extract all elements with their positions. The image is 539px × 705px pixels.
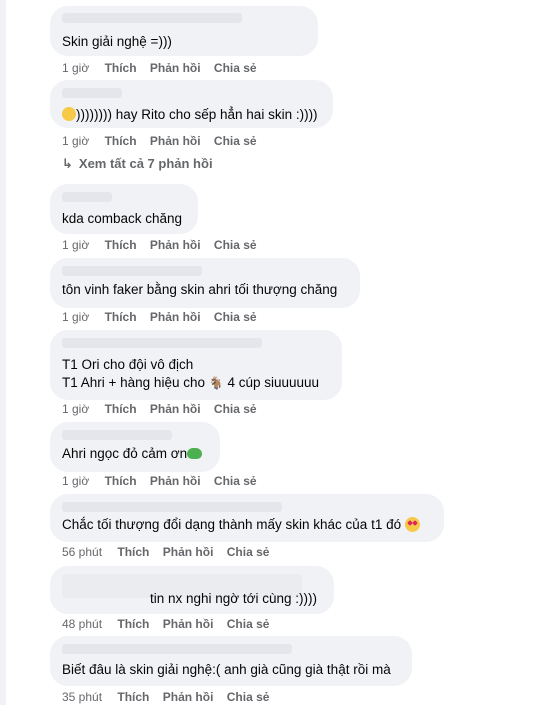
share-button[interactable]: Chia sẻ [227,690,270,704]
share-button[interactable]: Chia sẻ [227,545,270,559]
author-name-redacted[interactable] [62,430,172,440]
comment-actions: 56 phút Thích Phản hồi Chia sẻ [62,545,279,559]
comment-bubble: Ahri ngọc đỏ cảm ơn [50,422,220,472]
author-name-redacted[interactable] [62,266,202,276]
reply-button[interactable]: Phản hồi [163,690,214,704]
comment-actions: 48 phút Thích Phản hồi Chia sẻ [62,617,279,631]
reply-button[interactable]: Phản hồi [150,310,201,324]
like-button[interactable]: Thích [117,690,149,704]
sad-face-emoji-icon [62,107,76,121]
comment-bubble: tin nx nghi ngờ tới cùng :)))) [50,566,334,614]
author-name-redacted[interactable] [62,338,262,348]
comment-text: Biết đâu là skin giải nghệ:( anh già cũn… [62,662,391,677]
like-button[interactable]: Thích [117,545,149,559]
comment-text: tin nx nghi ngờ tới cùng :)))) [150,591,318,606]
author-name-redacted[interactable] [62,502,282,512]
reply-button[interactable]: Phản hồi [150,238,201,252]
comment-text-line-1: T1 Ori cho đội vô địch [62,357,194,372]
comment-bubble: Skin giải nghệ =))) [50,6,318,56]
share-button[interactable]: Chia sẻ [214,474,257,488]
comment-thread: Skin giải nghệ =))) 1 giờ Thích Phản hồi… [0,0,539,705]
like-button[interactable]: Thích [105,134,137,148]
share-button[interactable]: Chia sẻ [214,134,257,148]
comment-text: Skin giải nghệ =))) [62,34,172,49]
like-button[interactable]: Thích [105,61,137,75]
share-button[interactable]: Chia sẻ [214,238,257,252]
comment-actions: 1 giờ Thích Phản hồi Chia sẻ [62,134,267,148]
author-name-redacted[interactable] [62,644,292,654]
frog-emoji-icon [187,448,203,459]
comment-text: kda comback chăng [62,211,183,226]
comment-actions: 1 giờ Thích Phản hồi Chia sẻ [62,238,267,252]
left-divider [0,0,6,705]
like-button[interactable]: Thích [105,238,137,252]
view-more-replies-link[interactable]: ↳ Xem tất cả 7 phản hồi [62,156,213,172]
comment-time[interactable]: 1 giờ [62,134,89,148]
comment-text: Ahri ngọc đỏ cảm ơn [62,445,203,463]
comment-text: Chắc tối thượng đổi dạng thành mấy skin … [62,516,420,534]
share-button[interactable]: Chia sẻ [227,617,270,631]
comment-actions: 1 giờ Thích Phản hồi Chia sẻ [62,474,267,488]
reply-button[interactable]: Phản hồi [150,474,201,488]
like-button[interactable]: Thích [105,474,137,488]
comment-bubble: )))))))) hay Rito cho sếp hẳn hai skin :… [50,80,333,128]
comment-time[interactable]: 1 giờ [62,310,89,324]
share-button[interactable]: Chia sẻ [214,310,257,324]
share-button[interactable]: Chia sẻ [214,61,257,75]
like-button[interactable]: Thích [105,402,137,416]
comment-bubble: Chắc tối thượng đổi dạng thành mấy skin … [50,494,444,542]
comment-text: tôn vinh faker bằng skin ahri tối thượng… [62,282,338,297]
comment-bubble: Biết đâu là skin giải nghệ:( anh già cũn… [50,636,412,686]
comment-actions: 1 giờ Thích Phản hồi Chia sẻ [62,310,267,324]
goat-emoji-icon: 🐐 [208,376,224,390]
comment-bubble: kda comback chăng [50,184,198,234]
comment-time[interactable]: 35 phút [62,690,102,704]
comment-time[interactable]: 1 giờ [62,61,89,75]
comment-actions: 1 giờ Thích Phản hồi Chia sẻ [62,61,267,75]
comment-bubble: T1 Ori cho đội vô địch T1 Ahri + hàng hi… [50,330,342,400]
comment-time[interactable]: 56 phút [62,545,102,559]
like-button[interactable]: Thích [117,617,149,631]
reply-button[interactable]: Phản hồi [163,545,214,559]
comment-time[interactable]: 48 phút [62,617,102,631]
comment-text-line-2: T1 Ahri + hàng hiệu cho 🐐 4 cúp siuuuuuu [62,375,320,390]
heart-eyes-emoji-icon [404,517,420,532]
comment-bubble: tôn vinh faker bằng skin ahri tối thượng… [50,258,360,308]
reply-button[interactable]: Phản hồi [150,134,201,148]
comment-time[interactable]: 1 giờ [62,238,89,252]
comment-text: )))))))) hay Rito cho sếp hẳn hai skin :… [62,106,318,124]
like-button[interactable]: Thích [105,310,137,324]
author-name-redacted[interactable] [62,192,112,202]
reply-button[interactable]: Phản hồi [150,61,201,75]
comment-time[interactable]: 1 giờ [62,402,89,416]
comment-actions: 1 giờ Thích Phản hồi Chia sẻ [62,402,267,416]
reply-arrow-icon: ↳ [62,156,73,171]
author-name-redacted[interactable] [62,13,242,23]
share-button[interactable]: Chia sẻ [214,402,257,416]
comment-actions: 35 phút Thích Phản hồi Chia sẻ [62,690,279,704]
author-name-redacted[interactable] [62,88,122,98]
comment-time[interactable]: 1 giờ [62,474,89,488]
reply-button[interactable]: Phản hồi [163,617,214,631]
reply-button[interactable]: Phản hồi [150,402,201,416]
